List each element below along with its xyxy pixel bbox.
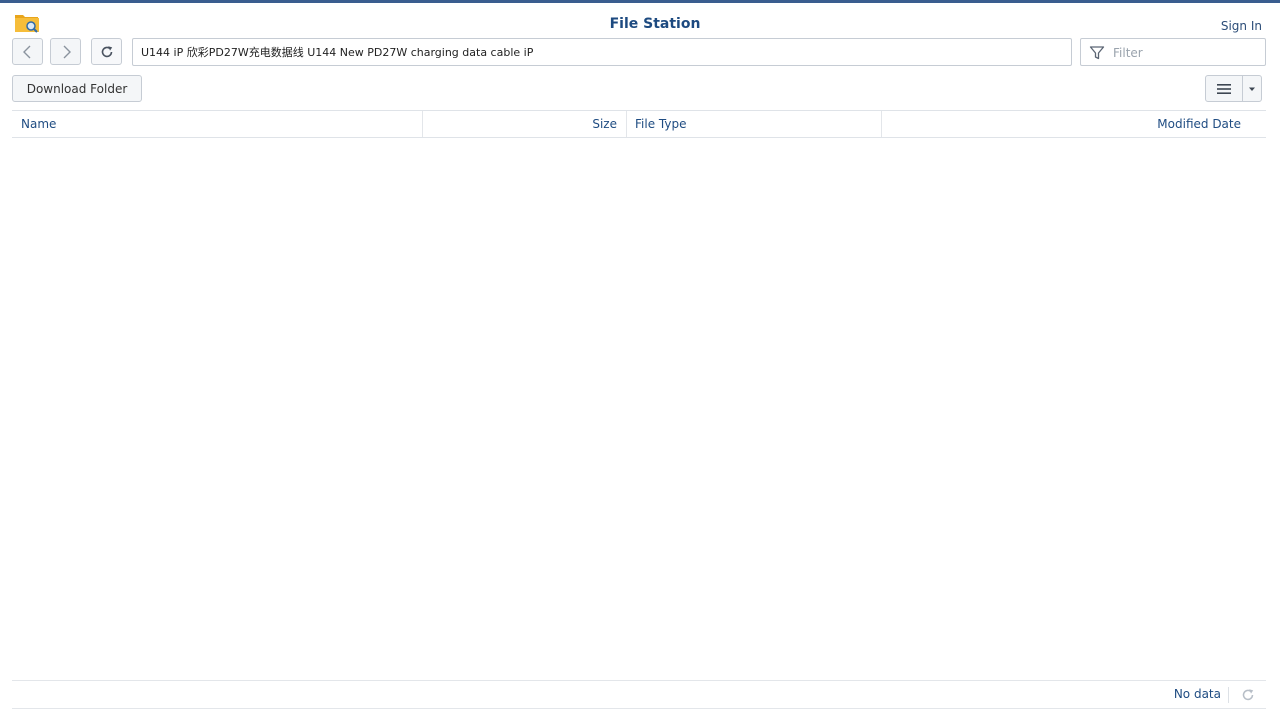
- grid-header: Name Size File Type Modified Date: [12, 110, 1266, 138]
- file-station-window: File Station Sign In Download Folder: [0, 0, 1280, 720]
- download-folder-button[interactable]: Download Folder: [12, 75, 142, 102]
- list-view-button[interactable]: [1206, 76, 1244, 101]
- column-header-name[interactable]: Name: [12, 111, 422, 137]
- filter-input[interactable]: [1111, 39, 1265, 67]
- refresh-icon[interactable]: [1241, 688, 1255, 702]
- chevron-right-icon: [63, 45, 71, 58]
- app-title: File Station: [609, 16, 701, 32]
- column-header-size[interactable]: Size: [422, 111, 626, 137]
- path-field[interactable]: [132, 38, 1072, 66]
- caret-down-icon: [1249, 87, 1256, 91]
- filter-box[interactable]: [1080, 38, 1266, 67]
- top-accent-bar: [0, 0, 1280, 3]
- refresh-button[interactable]: [91, 38, 122, 65]
- funnel-icon: [1089, 46, 1105, 60]
- chevron-left-icon: [22, 45, 30, 58]
- status-divider: [1228, 687, 1229, 703]
- back-button[interactable]: [12, 38, 43, 65]
- refresh-icon: [101, 45, 112, 57]
- status-text: No data: [1173, 687, 1221, 701]
- forward-button[interactable]: [50, 38, 81, 65]
- list-view-icon: [1217, 83, 1232, 94]
- sign-in-link[interactable]: Sign In: [1221, 19, 1262, 33]
- column-header-file-type[interactable]: File Type: [626, 111, 881, 137]
- file-list-body[interactable]: [12, 138, 1266, 680]
- column-header-modified-date[interactable]: Modified Date: [881, 111, 1266, 137]
- view-dropdown-button[interactable]: [1243, 76, 1261, 101]
- status-bar: No data: [12, 680, 1266, 709]
- view-switcher: [1205, 75, 1262, 102]
